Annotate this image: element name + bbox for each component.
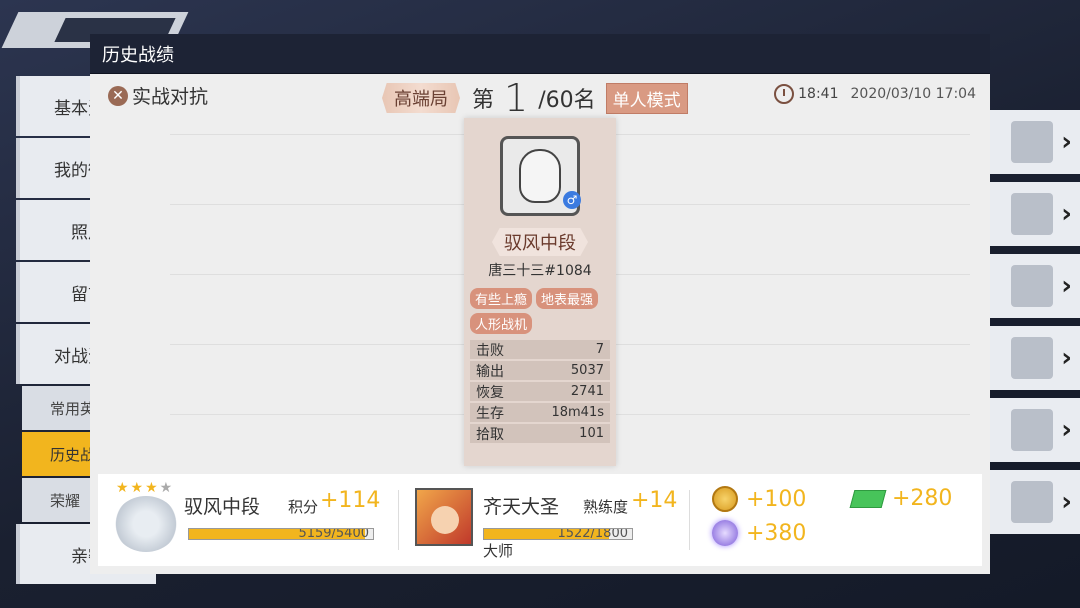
crossed-swords-icon: ✕ [108, 85, 128, 106]
stat-row: 恢复 2741 [470, 382, 610, 401]
tier-tag: 高端局 [382, 83, 460, 113]
title-badge: 有些上瘾 [470, 288, 533, 309]
mode-label: ✕ 实战对抗 [108, 82, 208, 109]
title-badge: 地表最强 [536, 288, 599, 309]
match-duration: 18:41 [798, 86, 839, 102]
modal-body: ✕ 实战对抗 高端局 第 1 /60名 单人模式 18:41 2020/03/1… [90, 74, 990, 574]
proficiency-progress-text: 1522/1800 [557, 528, 628, 540]
rank-total: /60名 [538, 88, 596, 113]
coin-icon [712, 486, 738, 512]
hero-portrait[interactable] [415, 488, 473, 546]
avatar-face-icon [519, 149, 561, 203]
match-time: 18:41 2020/03/10 17:04 [774, 84, 976, 104]
hero-name: 齐天大圣 [483, 496, 560, 518]
gem-reward: +380 [712, 520, 806, 546]
stat-row: 拾取 101 [470, 424, 610, 443]
score-gain: +114 [320, 488, 381, 513]
solo-mode-badge: 单人模式 [605, 82, 688, 114]
modal-title: 历史战绩 [102, 44, 174, 66]
chevron-right-icon[interactable]: › [1061, 199, 1072, 229]
stat-row: 击败 7 [470, 340, 610, 359]
result-summary-bar: ★★★★ 驭风中段 积分 +114 5159/5400 齐天大圣 熟练度 +14… [98, 474, 982, 566]
chevron-right-icon[interactable]: › [1061, 271, 1072, 301]
player-stats: 击败 7 输出 5037 恢复 2741 生存 18m41s 拾取 101 [470, 340, 610, 445]
score-label: 积分 [288, 498, 319, 516]
player-avatar[interactable]: ♂ [500, 136, 581, 216]
score-progress-bar: 5159/5400 [188, 528, 374, 540]
rank-score-section: ★★★★ 驭风中段 积分 +114 5159/5400 [98, 474, 398, 566]
rank-number: 1 [504, 76, 529, 120]
item-thumb-icon [1011, 481, 1054, 523]
score-progress-text: 5159/5400 [298, 528, 369, 540]
rank-prefix: 第 [472, 88, 495, 113]
item-thumb-icon [1011, 121, 1054, 163]
clock-icon [774, 84, 795, 104]
match-rank: 高端局 第 1 /60名 单人模式 [382, 76, 688, 120]
rank-stars-icon: ★★★★ [116, 480, 175, 496]
summary-rank-name: 驭风中段 [184, 496, 261, 518]
chevron-right-icon[interactable]: › [1061, 127, 1072, 157]
chevron-right-icon[interactable]: › [1061, 415, 1072, 445]
item-thumb-icon [1011, 193, 1054, 235]
item-thumb-icon [1011, 265, 1054, 307]
gem-icon [712, 520, 738, 546]
male-icon: ♂ [563, 191, 581, 209]
item-thumb-icon [1011, 337, 1054, 379]
history-modal: 历史战绩 ✕ 实战对抗 高端局 第 1 /60名 单人模式 18:41 2020… [90, 34, 990, 574]
player-rank-name: 驭风中段 [492, 228, 588, 256]
player-name: 唐三十三#1084 [488, 263, 592, 279]
proficiency-gain: +14 [631, 488, 678, 513]
coin-reward: +100 [712, 486, 806, 512]
ticket-reward: +280 [849, 486, 952, 511]
stat-row: 输出 5037 [470, 361, 610, 380]
player-card: ♂ 驭风中段 唐三十三#1084 有些上瘾 地表最强 人形战机 击败 7 输出 50… [464, 118, 616, 466]
hero-title: 大师 [483, 542, 514, 560]
stat-row: 生存 18m41s [470, 403, 610, 422]
proficiency-label: 熟练度 [583, 498, 629, 516]
chevron-right-icon[interactable]: › [1061, 343, 1072, 373]
rewards-section: +100 +280 +380 [690, 474, 970, 566]
chevron-right-icon[interactable]: › [1061, 487, 1072, 517]
match-datetime: 2020/03/10 17:04 [850, 86, 977, 102]
item-thumb-icon [1011, 409, 1054, 451]
ticket-icon [849, 489, 887, 508]
rank-emblem-icon [114, 496, 178, 552]
proficiency-progress-bar: 1522/1800 [483, 528, 633, 540]
player-titles: 有些上瘾 地表最强 人形战机 [468, 288, 612, 334]
title-badge: 人形战机 [470, 313, 533, 334]
hero-section: 齐天大圣 熟练度 +14 1522/1800 大师 [399, 474, 689, 566]
modal-header: 历史战绩 [90, 34, 990, 108]
